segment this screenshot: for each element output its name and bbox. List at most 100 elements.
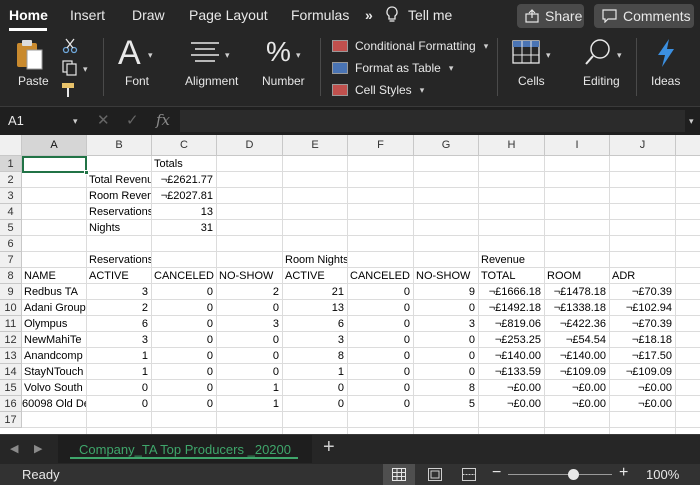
cells-dropdown-chevron-icon[interactable]: ▾ (546, 50, 551, 61)
share-button[interactable]: Share (517, 4, 584, 28)
copy-dropdown-chevron-icon[interactable]: ▾ (83, 64, 88, 75)
cell-e13[interactable]: 8 (283, 348, 347, 364)
row-header-12[interactable]: 12 (0, 332, 22, 348)
cell-a12[interactable]: NewMahiTe (22, 332, 86, 348)
cell-h16[interactable]: ¬£0.00 (479, 396, 544, 412)
cell-e16[interactable]: 0 (283, 396, 347, 412)
cell-i12[interactable]: ¬£54.54 (545, 332, 609, 348)
page-layout-view-icon[interactable] (428, 468, 442, 485)
cell-g9[interactable]: 9 (414, 284, 478, 300)
ideas-lightning-icon[interactable] (655, 38, 677, 73)
format-painter-icon[interactable] (61, 82, 79, 103)
cell-i16[interactable]: ¬£0.00 (545, 396, 609, 412)
cell-j8[interactable]: ADR (610, 268, 675, 284)
cell-i9[interactable]: ¬£1478.18 (545, 284, 609, 300)
cell-h13[interactable]: ¬£140.00 (479, 348, 544, 364)
paste-button[interactable] (14, 38, 46, 72)
cell-d15[interactable]: 1 (217, 380, 282, 396)
column-header-c[interactable]: C (152, 135, 217, 156)
cell-a9[interactable]: Redbus TA (22, 284, 86, 300)
cell-i11[interactable]: ¬£422.36 (545, 316, 609, 332)
cell-a11[interactable]: Olympus (22, 316, 86, 332)
cell-c11[interactable]: 0 (152, 316, 216, 332)
column-header-g[interactable]: G (414, 135, 479, 156)
search-icon[interactable] (584, 38, 612, 71)
cell-e12[interactable]: 3 (283, 332, 347, 348)
cell-f16[interactable]: 0 (348, 396, 413, 412)
cell-f8[interactable]: CANCELED (348, 268, 413, 284)
tab-formulas[interactable]: Formulas (291, 7, 349, 23)
expand-formula-chevron-icon[interactable]: ▾ (689, 116, 694, 127)
cell-e14[interactable]: 1 (283, 364, 347, 380)
font-dropdown-chevron-icon[interactable]: ▾ (148, 50, 153, 61)
tab-home[interactable]: Home (9, 7, 48, 23)
comments-button[interactable]: Comments (594, 4, 694, 28)
cell-d9[interactable]: 2 (217, 284, 282, 300)
cell-g13[interactable]: 0 (414, 348, 478, 364)
row-header-17[interactable]: 17 (0, 412, 22, 428)
cell-j10[interactable]: ¬£102.94 (610, 300, 675, 316)
cell-j12[interactable]: ¬£18.18 (610, 332, 675, 348)
alignment-dropdown-chevron-icon[interactable]: ▾ (225, 50, 230, 61)
tab-draw[interactable]: Draw (132, 7, 165, 23)
zoom-out-minus-icon[interactable]: − (492, 464, 501, 482)
zoom-slider-track[interactable] (508, 474, 612, 475)
name-box[interactable]: A1 (0, 110, 82, 132)
zoom-slider-thumb[interactable] (567, 469, 579, 480)
cell-c9[interactable]: 0 (152, 284, 216, 300)
cell-c4[interactable]: 13 (152, 204, 216, 220)
cell-a14[interactable]: StayNTouch (22, 364, 86, 380)
row-header-10[interactable]: 10 (0, 300, 22, 316)
row-header-13[interactable]: 13 (0, 348, 22, 364)
cell-f9[interactable]: 0 (348, 284, 413, 300)
page-break-view-icon[interactable] (462, 468, 476, 485)
cell-h7[interactable]: Revenue (479, 252, 544, 268)
font-icon[interactable]: A (118, 34, 141, 73)
row-header-6[interactable]: 6 (0, 236, 22, 252)
cell-b8[interactable]: ACTIVE (87, 268, 151, 284)
cell-b2[interactable]: Total Revenue (87, 172, 151, 188)
row-header-4[interactable]: 4 (0, 204, 22, 220)
cell-g16[interactable]: 5 (414, 396, 478, 412)
row-header-11[interactable]: 11 (0, 316, 22, 332)
cell-j16[interactable]: ¬£0.00 (610, 396, 675, 412)
row-header-7[interactable]: 7 (0, 252, 22, 268)
cell-f14[interactable]: 0 (348, 364, 413, 380)
row-header-3[interactable]: 3 (0, 188, 22, 204)
cell-a13[interactable]: Anandcomp (22, 348, 86, 364)
cell-d16[interactable]: 1 (217, 396, 282, 412)
cell-c1[interactable]: Totals (152, 156, 216, 172)
cell-b11[interactable]: 6 (87, 316, 151, 332)
row-header-2[interactable]: 2 (0, 172, 22, 188)
cell-c3[interactable]: ¬£2027.81 (152, 188, 216, 204)
cell-c2[interactable]: ¬£2621.77 (152, 172, 216, 188)
fill-handle[interactable] (84, 170, 89, 175)
row-header-1[interactable]: 1 (0, 156, 22, 172)
next-sheet-arrow-icon[interactable]: ▶ (34, 442, 42, 455)
cell-f11[interactable]: 0 (348, 316, 413, 332)
select-all-corner[interactable] (0, 135, 22, 156)
confirm-check-icon[interactable]: ✓ (126, 111, 139, 129)
cell-i10[interactable]: ¬£1338.18 (545, 300, 609, 316)
cell-c10[interactable]: 0 (152, 300, 216, 316)
cell-b14[interactable]: 1 (87, 364, 151, 380)
cell-e7[interactable]: Room Nights (283, 252, 347, 268)
cancel-x-icon[interactable]: ✕ (97, 111, 110, 129)
row-header-15[interactable]: 15 (0, 380, 22, 396)
cell-c14[interactable]: 0 (152, 364, 216, 380)
cell-b9[interactable]: 3 (87, 284, 151, 300)
column-header-e[interactable]: E (283, 135, 348, 156)
conditional-formatting-button[interactable]: Conditional Formatting ▾ (332, 37, 488, 55)
column-header-h[interactable]: H (479, 135, 545, 156)
cell-c13[interactable]: 0 (152, 348, 216, 364)
alignment-icon[interactable] (190, 40, 220, 69)
cell-b7[interactable]: Reservations (87, 252, 151, 268)
cell-g8[interactable]: NO-SHOW (414, 268, 478, 284)
cell-j9[interactable]: ¬£70.39 (610, 284, 675, 300)
column-header-j[interactable]: J (610, 135, 676, 156)
cell-f12[interactable]: 0 (348, 332, 413, 348)
cell-j14[interactable]: ¬£109.09 (610, 364, 675, 380)
cell-c8[interactable]: CANCELED (152, 268, 216, 284)
cell-d11[interactable]: 3 (217, 316, 282, 332)
cell-g10[interactable]: 0 (414, 300, 478, 316)
